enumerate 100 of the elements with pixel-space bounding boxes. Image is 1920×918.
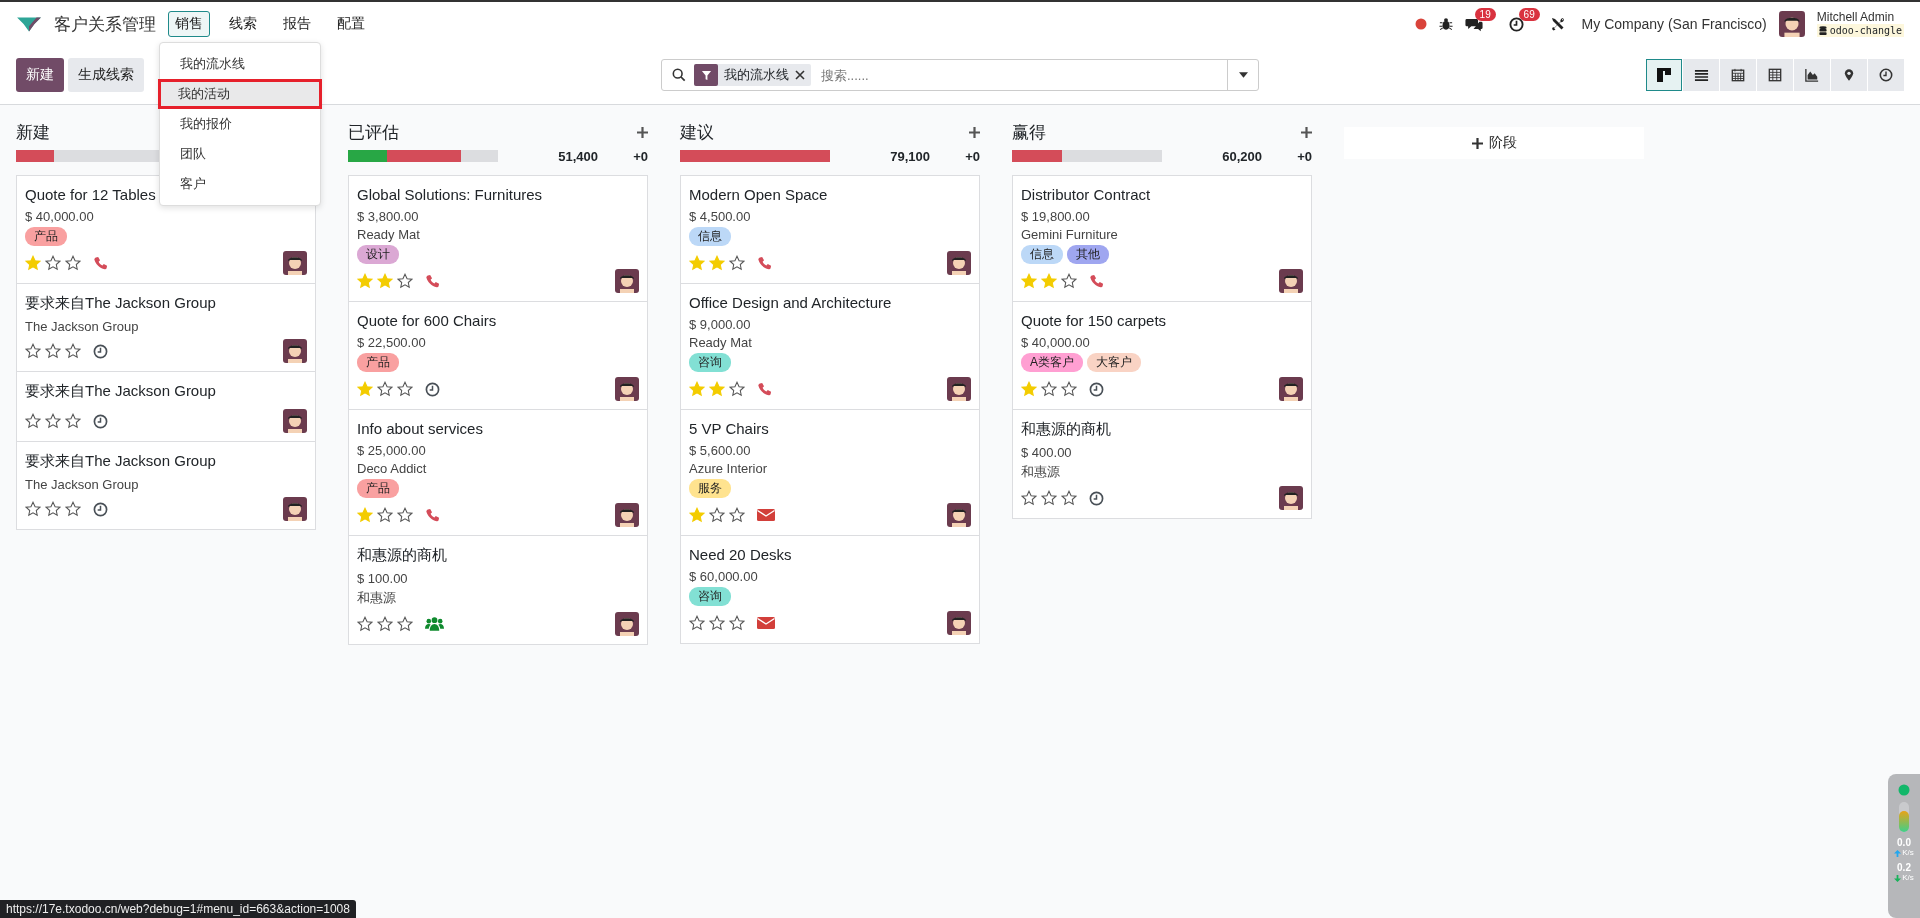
app-name[interactable]: 客户关系管理	[54, 12, 156, 36]
empty-star-icon[interactable]	[729, 381, 745, 397]
empty-star-icon[interactable]	[65, 413, 81, 429]
opportunity-card[interactable]: 和惠源的商机 $ 400.00 和惠源	[1013, 410, 1311, 518]
chat-icon[interactable]	[1464, 16, 1483, 32]
tools-icon[interactable]	[1549, 16, 1566, 32]
filled-star-icon[interactable]	[1021, 273, 1037, 289]
empty-star-icon[interactable]	[1061, 381, 1077, 397]
empty-star-icon[interactable]	[25, 413, 41, 429]
empty-star-icon[interactable]	[1041, 381, 1057, 397]
generate-leads-button[interactable]: 生成线索	[68, 58, 144, 92]
empty-star-icon[interactable]	[729, 507, 745, 523]
opportunity-card[interactable]: Quote for 150 carpets $ 40,000.00 A类客户 大客户	[1013, 302, 1311, 410]
empty-star-icon[interactable]	[377, 381, 393, 397]
avatar-icon[interactable]	[1279, 377, 1303, 401]
avatar-icon[interactable]	[947, 251, 971, 275]
status-dot-icon[interactable]	[1414, 18, 1427, 30]
menu-item[interactable]: 团队	[160, 139, 320, 169]
empty-star-icon[interactable]	[45, 413, 61, 429]
avatar-icon[interactable]	[283, 497, 307, 521]
filled-star-icon[interactable]	[689, 255, 705, 271]
clock-icon[interactable]	[93, 343, 108, 359]
empty-star-icon[interactable]	[397, 616, 413, 632]
add-icon[interactable]	[969, 126, 980, 138]
opportunity-card[interactable]: Info about services $ 25,000.00 Deco Addict 产品	[349, 410, 647, 536]
clock-icon[interactable]	[93, 501, 108, 517]
clock-icon[interactable]	[1089, 381, 1104, 397]
empty-star-icon[interactable]	[397, 507, 413, 523]
menu-item[interactable]: 配置	[330, 11, 372, 37]
avatar-icon[interactable]	[1279, 269, 1303, 293]
empty-star-icon[interactable]	[65, 501, 81, 517]
app-logo-icon[interactable]	[16, 15, 42, 33]
empty-star-icon[interactable]	[45, 255, 61, 271]
empty-star-icon[interactable]	[397, 273, 413, 289]
filled-star-icon[interactable]	[357, 381, 373, 397]
add-stage-button[interactable]: 阶段	[1344, 127, 1644, 159]
phone-icon[interactable]	[1089, 273, 1104, 289]
phone-icon[interactable]	[93, 255, 108, 271]
empty-star-icon[interactable]	[709, 615, 725, 631]
empty-star-icon[interactable]	[357, 616, 373, 632]
empty-star-icon[interactable]	[709, 507, 725, 523]
menu-item[interactable]: 报告	[276, 11, 318, 37]
empty-star-icon[interactable]	[729, 615, 745, 631]
empty-star-icon[interactable]	[397, 381, 413, 397]
opportunity-card[interactable]: Modern Open Space $ 4,500.00 信息	[681, 176, 979, 284]
avatar-icon[interactable]	[615, 503, 639, 527]
opportunity-card[interactable]: Global Solutions: Furnitures $ 3,800.00 Ready Mat 设计	[349, 176, 647, 302]
filled-star-icon[interactable]	[689, 507, 705, 523]
filled-star-icon[interactable]	[25, 255, 41, 271]
calendar-view-button[interactable]	[1720, 59, 1756, 91]
envelope-icon[interactable]	[757, 616, 775, 630]
avatar-icon[interactable]	[615, 269, 639, 293]
filled-star-icon[interactable]	[357, 507, 373, 523]
avatar-icon[interactable]	[283, 251, 307, 275]
caret-icon[interactable]	[1238, 72, 1248, 78]
menu-item[interactable]: 线索	[222, 11, 264, 37]
filled-star-icon[interactable]	[357, 273, 373, 289]
list-view-button[interactable]	[1683, 59, 1719, 91]
avatar-icon[interactable]	[947, 611, 971, 635]
empty-star-icon[interactable]	[1061, 490, 1077, 506]
add-icon[interactable]	[637, 126, 648, 138]
avatar-icon[interactable]	[947, 503, 971, 527]
opportunity-card[interactable]: 和惠源的商机 $ 100.00 和惠源	[349, 536, 647, 644]
empty-star-icon[interactable]	[65, 343, 81, 359]
bug-icon[interactable]	[1438, 17, 1453, 31]
phone-icon[interactable]	[757, 255, 772, 271]
empty-star-icon[interactable]	[689, 615, 705, 631]
avatar-icon[interactable]	[1778, 11, 1805, 37]
clock-icon[interactable]	[425, 381, 440, 397]
envelope-icon[interactable]	[757, 508, 775, 522]
phone-icon[interactable]	[425, 507, 440, 523]
kanban-view-button[interactable]	[1646, 59, 1682, 91]
phone-icon[interactable]	[757, 381, 772, 397]
graph-view-button[interactable]	[1794, 59, 1830, 91]
avatar-icon[interactable]	[615, 612, 639, 636]
search-field[interactable]: 我的流水线 搜索......	[661, 59, 1259, 91]
empty-star-icon[interactable]	[1041, 490, 1057, 506]
opportunity-card[interactable]: Office Design and Architecture $ 9,000.00 Ready Mat 咨询	[681, 284, 979, 410]
filled-star-icon[interactable]	[689, 381, 705, 397]
menu-item[interactable]: 我的活动	[158, 79, 322, 109]
avatar-icon[interactable]	[615, 377, 639, 401]
filled-star-icon[interactable]	[1021, 381, 1037, 397]
filled-star-icon[interactable]	[709, 255, 725, 271]
menu-item[interactable]: 我的流水线	[160, 49, 320, 79]
phone-icon[interactable]	[425, 273, 440, 289]
opportunity-card[interactable]: Need 20 Desks $ 60,000.00 咨询	[681, 536, 979, 643]
opportunity-card[interactable]: Distributor Contract $ 19,800.00 Gemini Furniture 信息 其他	[1013, 176, 1311, 302]
empty-star-icon[interactable]	[25, 343, 41, 359]
opportunity-card[interactable]: 要求来自The Jackson Group The Jackson Group	[17, 284, 315, 372]
avatar-icon[interactable]	[1279, 486, 1303, 510]
close-icon[interactable]	[795, 70, 805, 80]
opportunity-card[interactable]: 要求来自The Jackson Group The Jackson Group	[17, 442, 315, 529]
group-icon[interactable]	[425, 616, 444, 632]
empty-star-icon[interactable]	[1021, 490, 1037, 506]
opportunity-card[interactable]: 5 VP Chairs $ 5,600.00 Azure Interior 服务	[681, 410, 979, 536]
filled-star-icon[interactable]	[709, 381, 725, 397]
filled-star-icon[interactable]	[377, 273, 393, 289]
empty-star-icon[interactable]	[1061, 273, 1077, 289]
empty-star-icon[interactable]	[45, 343, 61, 359]
activity-view-button[interactable]	[1868, 59, 1904, 91]
